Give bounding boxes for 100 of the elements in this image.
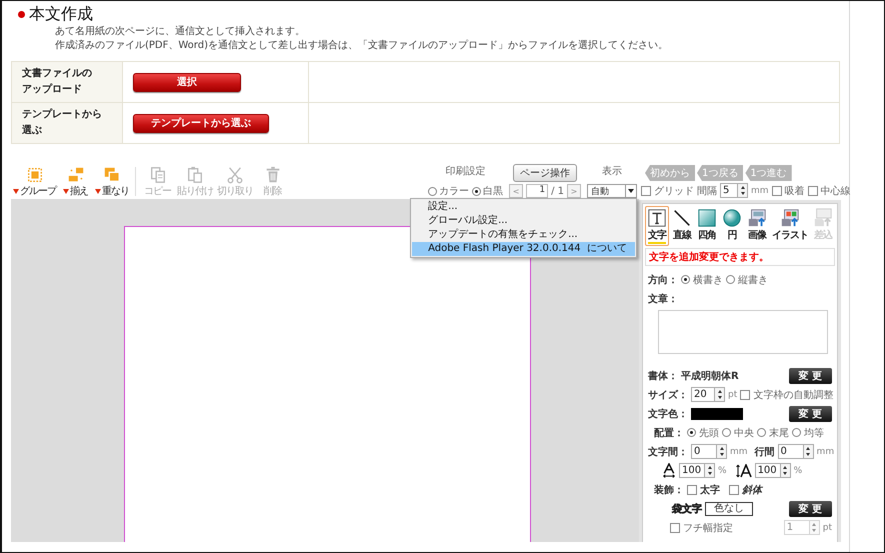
unit-label: % — [718, 466, 727, 476]
trash-icon[interactable] — [264, 166, 282, 184]
page-total: / 1 — [551, 186, 564, 196]
insert-icon — [813, 208, 833, 228]
menu-item[interactable]: 設定... — [412, 200, 635, 214]
checkbox-label: 文字枠の自動調整 — [753, 388, 834, 402]
tool-tab[interactable]: イラスト — [770, 206, 810, 246]
change-button[interactable]: 変 更 — [788, 500, 832, 516]
scissors-icon[interactable] — [226, 166, 244, 184]
line-icon — [672, 208, 692, 228]
toolbar-label[interactable]: グループ — [20, 184, 56, 198]
radio-button[interactable] — [428, 186, 438, 196]
outline-color-field[interactable]: 色なし — [705, 502, 753, 516]
print-settings-label: 印刷設定 — [446, 164, 486, 178]
caret-icon[interactable] — [63, 188, 69, 194]
radio-label: 均等 — [804, 426, 824, 440]
char-width-icon — [662, 463, 676, 478]
checkbox[interactable] — [729, 484, 739, 494]
row-label: アップロード — [22, 82, 83, 97]
line-spacing-field[interactable]: 0 — [778, 444, 814, 459]
unit-label: pt — [728, 390, 738, 400]
row-label: テンプレートから — [22, 107, 103, 122]
spacing-field[interactable]: 0 — [691, 444, 727, 459]
align-icon[interactable] — [66, 166, 84, 184]
copy-icon[interactable] — [148, 166, 166, 184]
checkbox-label: フチ幅指定 — [683, 522, 733, 534]
caret-icon[interactable] — [13, 188, 19, 194]
tool-tab[interactable]: 円 — [720, 206, 744, 246]
caret-icon[interactable] — [95, 188, 101, 194]
radio-button[interactable] — [472, 186, 482, 196]
checkbox-label: 中心線 — [820, 184, 851, 198]
checkbox[interactable] — [740, 390, 750, 400]
radio-label: 白黒 — [483, 185, 504, 198]
field-label: 文字間： — [648, 445, 688, 458]
font-name: 平成明朝体R — [681, 370, 739, 382]
paste-icon[interactable] — [186, 166, 204, 184]
checkbox-label: 吸着 — [784, 184, 805, 198]
description-text: あて名用紙の次ページに、通信文として挿入されます。 — [55, 26, 305, 37]
height-scale-field[interactable]: 100 — [754, 463, 791, 478]
radio-label: カラー — [439, 185, 470, 198]
toolbar-label[interactable]: 重なり — [102, 184, 129, 198]
bullet-icon — [18, 11, 25, 18]
radio-label: 縦書き — [738, 274, 768, 286]
change-button[interactable]: 変 更 — [788, 406, 832, 422]
radio-button[interactable] — [681, 275, 690, 284]
checkbox[interactable] — [641, 186, 651, 196]
checkbox[interactable] — [772, 186, 782, 196]
page-operation-button[interactable]: ページ操作 — [513, 164, 578, 182]
change-button[interactable]: 変 更 — [788, 368, 832, 384]
layers-icon[interactable] — [103, 166, 121, 184]
template-button[interactable]: テンプレートから選ぶ — [133, 114, 269, 132]
radio-label: 先頭 — [699, 426, 719, 440]
unit-label: % — [794, 466, 802, 476]
group-icon[interactable] — [26, 166, 44, 184]
field-label: 文章： — [648, 292, 678, 306]
unit-label: mm — [816, 446, 834, 456]
tool-tab[interactable]: 画像 — [745, 206, 769, 246]
checkbox-label: 太字 — [700, 483, 720, 496]
unit-label: mm — [730, 446, 748, 456]
field-label: 行間 — [754, 446, 775, 458]
tool-tab[interactable]: 直線 — [670, 206, 694, 246]
radio-label: 中央 — [734, 426, 754, 440]
toolbar-label[interactable]: 揃え — [70, 184, 88, 198]
hint-text: 文字を追加変更できます。 — [645, 248, 835, 266]
select-button[interactable]: 選択 — [133, 72, 241, 92]
interval-field[interactable]: 5 — [720, 183, 748, 198]
color-swatch[interactable] — [691, 408, 743, 420]
field-label: 装飾： — [654, 484, 684, 496]
square-icon — [697, 208, 717, 228]
illustration-icon — [780, 208, 800, 228]
field-label: 配置： — [654, 426, 684, 440]
page-field[interactable]: 1 — [526, 184, 548, 198]
field-label: 方向： — [648, 273, 678, 286]
menu-item[interactable]: グローバル設定... — [412, 214, 635, 228]
image-upload-icon — [747, 208, 767, 228]
field-label: サイズ： — [648, 388, 688, 402]
interval-label: 間隔 — [697, 184, 717, 198]
tool-tab[interactable]: 四角 — [695, 206, 719, 246]
checkbox[interactable] — [687, 484, 697, 494]
checkbox[interactable] — [808, 186, 818, 196]
text-input-field[interactable] — [658, 310, 828, 354]
circle-icon — [722, 208, 742, 228]
radio-label: 末尾 — [769, 426, 789, 440]
radio-button[interactable] — [792, 428, 801, 437]
checkbox-label: 斜体 — [742, 484, 762, 496]
menu-item[interactable]: Adobe Flash Player 32.0.0.144 について — [412, 242, 635, 256]
radio-button[interactable] — [687, 428, 696, 437]
char-height-icon — [736, 464, 752, 478]
row-label: 選ぶ — [22, 124, 43, 138]
field-label: 文字色： — [648, 407, 688, 420]
width-scale-field[interactable]: 100 — [679, 463, 715, 478]
radio-button[interactable] — [726, 275, 735, 284]
size-field[interactable]: 20 — [691, 387, 725, 402]
tool-tab[interactable]: 文字 — [645, 206, 669, 246]
menu-item[interactable]: アップデートの有無をチェック... — [412, 228, 635, 242]
row-label: 文書ファイルの — [22, 66, 93, 81]
radio-button[interactable] — [757, 428, 766, 437]
unit-label: mm — [751, 186, 769, 196]
outline-text-label: 袋文字 — [672, 502, 702, 516]
radio-button[interactable] — [722, 428, 731, 437]
